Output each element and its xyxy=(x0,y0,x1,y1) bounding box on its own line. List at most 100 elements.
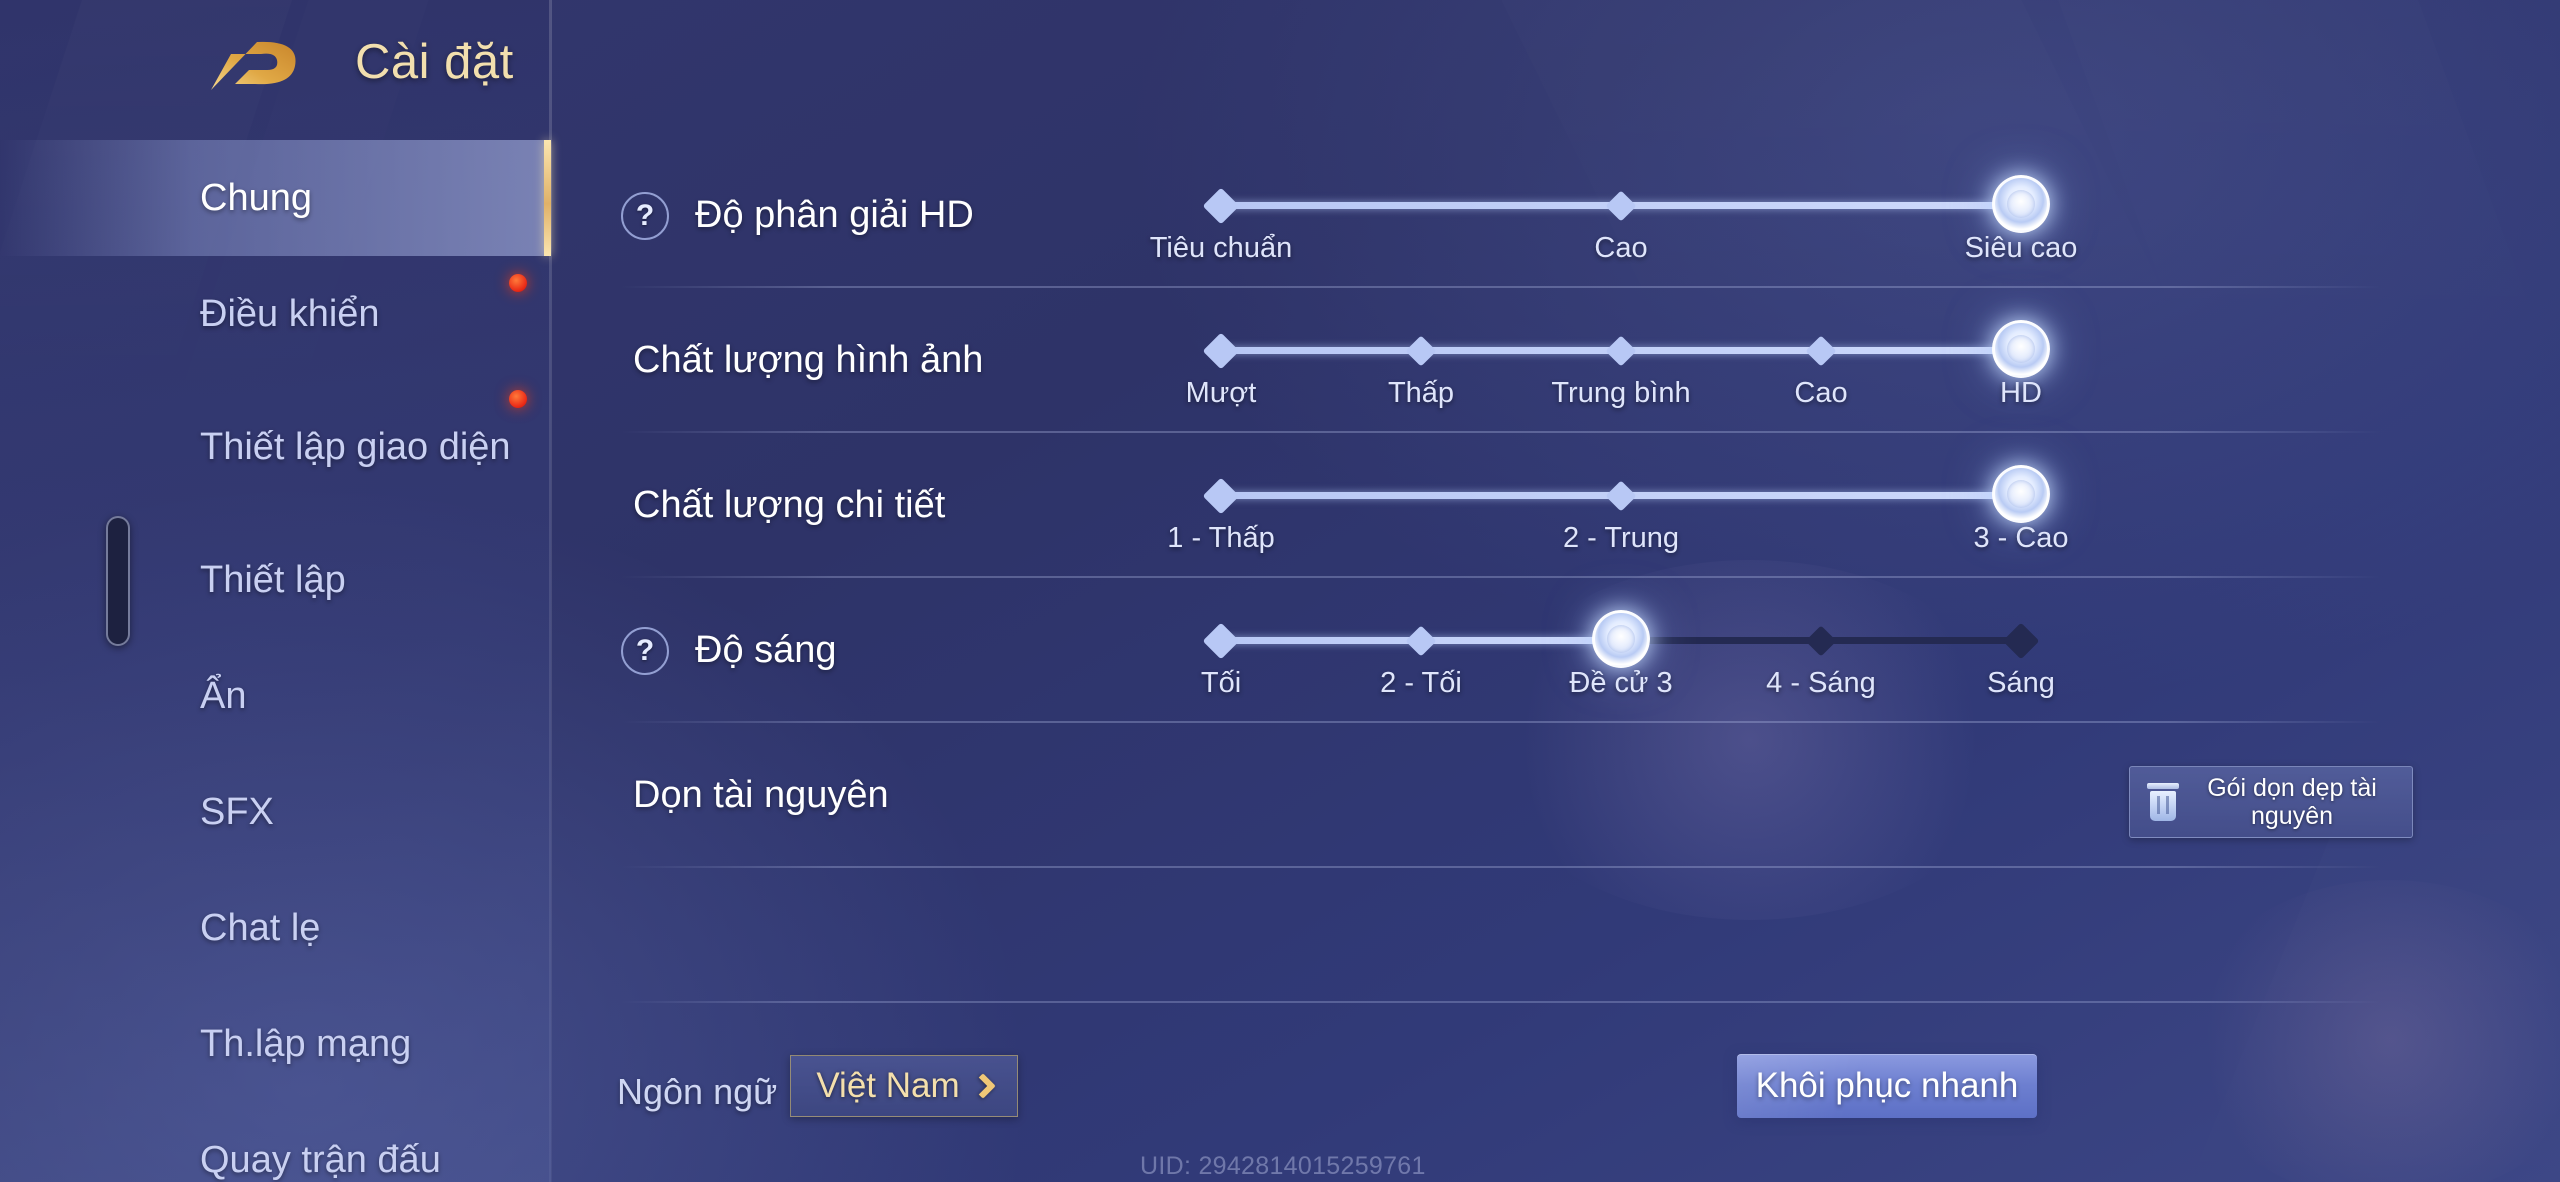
sidebar-item-label: Chung xyxy=(200,176,312,219)
restore-defaults-label: Khôi phục nhanh xyxy=(1755,1066,2019,1105)
notification-badge-dot xyxy=(509,390,527,408)
notification-badge-dot xyxy=(509,274,527,292)
language-value: Việt Nam xyxy=(816,1066,960,1105)
sidebar-item-5[interactable]: Ẩn xyxy=(0,638,551,754)
setting-slider[interactable]: Tối 2 - Tối Đề cử 3 4 - Sáng Sáng xyxy=(1201,605,2055,715)
sidebar-item-7[interactable]: Chat lẹ xyxy=(0,870,551,986)
slider-thumb[interactable] xyxy=(1992,175,2050,233)
slider-tick-label: Cao xyxy=(1794,377,1848,409)
setting-label: Chất lượng hình ảnh xyxy=(633,339,984,381)
slider-tick-label: Thấp xyxy=(1387,377,1455,409)
slider-tick-label: Siêu cao xyxy=(1964,232,2078,264)
slider-tick-label: Sáng xyxy=(1987,667,2055,699)
slider-tick-label: Tiêu chuẩn xyxy=(1149,232,1293,264)
restore-defaults-button[interactable]: Khôi phục nhanh xyxy=(1737,1054,2037,1118)
slider-tick-label: 2 - Tối xyxy=(1380,667,1462,699)
sidebar-item-label: Th.lập mạng xyxy=(200,1022,412,1065)
sidebar-item-label: Thiết lập giao diện xyxy=(200,425,511,468)
slider-thumb[interactable] xyxy=(1992,320,2050,378)
settings-panel: ? Độ phân giải HD Tiêu chuẩn Cao Siêu cao Chấ… xyxy=(551,0,2560,1182)
sidebar: Chung Điều khiển Thiết lập giao diện Thiết … xyxy=(0,0,552,1182)
slider-stop-4[interactable] xyxy=(1805,335,1837,367)
slider-tick-labels: Tối 2 - Tối Đề cử 3 4 - Sáng Sáng xyxy=(1201,667,2055,707)
sidebar-item-label: Chat lẹ xyxy=(200,906,321,949)
row-separator xyxy=(621,576,2381,578)
language-label: Ngôn ngữ xyxy=(617,1071,778,1112)
slider-stop-2[interactable] xyxy=(1405,625,1437,657)
app-logo-icon xyxy=(211,41,296,90)
sidebar-item-1[interactable]: Chung xyxy=(0,140,551,256)
help-icon[interactable]: ? xyxy=(621,192,669,240)
slider-stop-2[interactable] xyxy=(1605,190,1637,222)
setting-slider[interactable]: 1 - Thấp 2 - Trung 3 - Cao xyxy=(1167,460,2069,570)
slider-track[interactable] xyxy=(1202,465,2050,523)
setting-label: Chất lượng chi tiết xyxy=(633,484,946,526)
sidebar-item-label: Ẩn xyxy=(200,674,247,717)
setting-row: Dọn tài nguyên Gói dọn dẹp tài nguyên xyxy=(621,730,2413,875)
setting-slider[interactable]: Tiêu chuẩn Cao Siêu cao xyxy=(1150,170,2078,280)
slider-tick-labels: Tiêu chuẩn Cao Siêu cao xyxy=(1150,232,2078,272)
row-separator xyxy=(621,866,2381,868)
settings-screen: Cài đặt Chung Điều khiển Thiết lập giao di… xyxy=(0,0,2560,1182)
setting-row: Chất lượng chi tiết 1 - Thấp 2 - Trung 3 - … xyxy=(621,440,2381,585)
slider-tick-label: Mượt xyxy=(1185,377,1257,409)
slider-stop-1[interactable] xyxy=(1202,332,1240,370)
sidebar-item-3[interactable]: Thiết lập giao diện xyxy=(0,372,551,522)
slider-tick-label: Trung bình xyxy=(1551,377,1691,409)
sidebar-scrollbar[interactable] xyxy=(106,516,130,646)
sidebar-nav-list: Chung Điều khiển Thiết lập giao diện Thiết … xyxy=(0,140,551,1182)
slider-tick-label: Tối xyxy=(1200,667,1242,699)
cleanup-resources-label: Gói dọn dẹp tài nguyên xyxy=(2207,773,2377,831)
language-selector-button[interactable]: Việt Nam xyxy=(790,1055,1018,1117)
sidebar-item-label: Điều khiển xyxy=(200,292,380,335)
help-icon[interactable]: ? xyxy=(621,627,669,675)
slider-stop-5[interactable] xyxy=(2002,622,2040,660)
slider-stop-3[interactable] xyxy=(1605,335,1637,367)
slider-tick-label: 4 - Sáng xyxy=(1766,667,1876,699)
slider-tick-label: Cao xyxy=(1594,232,1648,264)
slider-tick-labels: Mượt Thấp Trung bình Cao HD xyxy=(1186,377,2042,417)
sidebar-item-label: Thiết lập xyxy=(200,558,346,601)
slider-track[interactable] xyxy=(1202,175,2050,233)
row-separator xyxy=(621,721,2381,723)
slider-tick-label: Đề cử 3 xyxy=(1569,667,1673,699)
setting-label: Dọn tài nguyên xyxy=(633,774,889,816)
row-separator xyxy=(621,431,2381,433)
sidebar-item-6[interactable]: SFX xyxy=(0,754,551,870)
slider-tick-labels: 1 - Thấp 2 - Trung 3 - Cao xyxy=(1167,522,2068,562)
row-separator xyxy=(621,286,2381,288)
header-bar: Cài đặt xyxy=(0,0,2560,140)
setting-row: Chất lượng hình ảnh Mượt Thấp Trung bình Cao… xyxy=(621,295,2381,440)
setting-label: Độ sáng xyxy=(695,629,837,671)
setting-row: ? Độ sáng Tối 2 - Tối Đề cử 3 4 - Sáng Sáng xyxy=(621,585,2381,730)
slider-stop-1[interactable] xyxy=(1202,187,1240,225)
slider-track[interactable] xyxy=(1202,610,2040,668)
page-title: Cài đặt xyxy=(355,35,514,89)
sidebar-item-4[interactable]: Thiết lập xyxy=(0,522,551,638)
sidebar-item-9[interactable]: Quay trận đấu xyxy=(0,1102,551,1182)
slider-stop-4[interactable] xyxy=(1805,625,1837,657)
slider-stop-1[interactable] xyxy=(1202,622,1240,660)
slider-tick-label: 2 - Trung xyxy=(1562,522,1680,554)
trash-icon xyxy=(2146,783,2180,821)
footer-divider xyxy=(621,1001,2381,1003)
chevron-right-icon xyxy=(969,1073,996,1099)
cleanup-resources-button[interactable]: Gói dọn dẹp tài nguyên xyxy=(2129,766,2413,838)
slider-stop-2[interactable] xyxy=(1605,480,1637,512)
sidebar-item-label: Quay trận đấu xyxy=(200,1138,441,1181)
uid-text: UID: 2942814015259761 xyxy=(1140,1152,1426,1180)
slider-stop-1[interactable] xyxy=(1202,477,1240,515)
slider-thumb[interactable] xyxy=(1992,465,2050,523)
slider-stop-2[interactable] xyxy=(1405,335,1437,367)
setting-label: Độ phân giải HD xyxy=(695,194,974,236)
sidebar-item-label: SFX xyxy=(200,790,274,833)
slider-tick-label: HD xyxy=(2000,377,2042,409)
sidebar-item-2[interactable]: Điều khiển xyxy=(0,256,551,372)
slider-tick-label: 1 - Thấp xyxy=(1167,522,1275,554)
setting-slider[interactable]: Mượt Thấp Trung bình Cao HD xyxy=(1186,315,2050,425)
setting-row: ? Độ phân giải HD Tiêu chuẩn Cao Siêu cao xyxy=(621,150,2381,295)
slider-tick-label: 3 - Cao xyxy=(1973,522,2069,554)
sidebar-item-8[interactable]: Th.lập mạng xyxy=(0,986,551,1102)
slider-track[interactable] xyxy=(1202,320,2050,378)
slider-thumb[interactable] xyxy=(1592,610,1650,668)
